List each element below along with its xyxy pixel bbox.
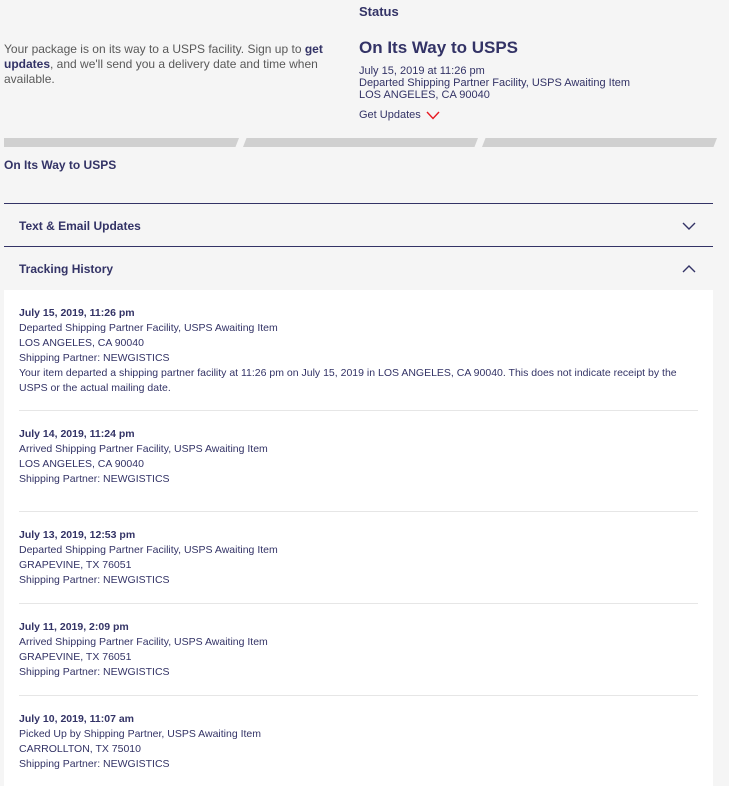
status-event: Departed Shipping Partner Facility, USPS… [359,77,631,89]
event-location: LOS ANGELES, CA 90040 [19,337,144,349]
status-panel: Status On Its Way to USPS July 15, 2019 … [359,4,719,121]
event-description: Arrived Shipping Partner Facility, USPS … [19,636,268,648]
text-email-updates-toggle[interactable]: Text & Email Updates [4,204,713,247]
event-partner: Shipping Partner: NEWGISTICS [19,758,170,770]
history-event: July 13, 2019, 12:53 pm Departed Shippin… [19,512,698,604]
progress-segment [243,138,478,147]
event-description: Departed Shipping Partner Facility, USPS… [19,544,278,556]
status-details: July 15, 2019 at 11:26 pm Departed Shipp… [359,65,719,101]
event-datetime: July 14, 2019, 11:24 pm [19,428,135,440]
intro-text-after: , and we'll send you a delivery date and… [4,57,318,86]
history-event: July 10, 2019, 11:07 am Picked Up by Shi… [19,696,698,786]
progress-label: On Its Way to USPS [4,158,117,172]
status-location: LOS ANGELES, CA 90040 [359,89,490,101]
progress-segment [4,138,239,147]
event-location: CARROLLTON, TX 75010 [19,743,141,755]
tracking-history-section: Tracking History [4,246,713,290]
get-updates-label: Get Updates [359,109,421,121]
event-partner: Shipping Partner: NEWGISTICS [19,473,170,485]
get-updates-button[interactable]: Get Updates [359,109,719,121]
status-label: Status [359,4,399,19]
event-description: Picked Up by Shipping Partner, USPS Awai… [19,728,262,740]
chevron-up-icon [682,264,696,272]
history-event: July 11, 2019, 2:09 pm Arrived Shipping … [19,604,698,696]
chevron-down-icon [682,222,696,230]
intro-text-before: Your package is on its way to a USPS fac… [4,42,305,56]
chevron-down-icon [426,111,440,120]
history-event: July 15, 2019, 11:26 pm Departed Shippin… [19,290,698,411]
event-location: LOS ANGELES, CA 90040 [19,458,144,470]
event-location: GRAPEVINE, TX 76051 [19,651,132,663]
tracking-history-list: July 15, 2019, 11:26 pm Departed Shippin… [4,290,713,786]
text-email-updates-section: Text & Email Updates [4,203,713,247]
event-description: Arrived Shipping Partner Facility, USPS … [19,443,268,455]
progress-segment [482,138,717,147]
status-datetime: July 15, 2019 at 11:26 pm [359,65,485,77]
history-event: July 14, 2019, 11:24 pm Arrived Shipping… [19,411,698,512]
event-note: Your item departed a shipping partner fa… [19,367,677,394]
event-datetime: July 13, 2019, 12:53 pm [19,529,136,541]
event-location: GRAPEVINE, TX 76051 [19,559,132,571]
progress-bar [4,138,717,147]
tracking-history-title: Tracking History [19,261,114,276]
intro-message: Your package is on its way to a USPS fac… [4,42,324,87]
event-partner: Shipping Partner: NEWGISTICS [19,666,170,678]
status-title: On Its Way to USPS [359,38,519,57]
tracking-history-toggle[interactable]: Tracking History [4,247,713,290]
event-datetime: July 11, 2019, 2:09 pm [19,621,129,633]
event-datetime: July 10, 2019, 11:07 am [19,713,135,725]
event-partner: Shipping Partner: NEWGISTICS [19,574,170,586]
event-partner: Shipping Partner: NEWGISTICS [19,352,170,364]
event-datetime: July 15, 2019, 11:26 pm [19,307,135,319]
text-email-updates-title: Text & Email Updates [19,218,141,233]
event-description: Departed Shipping Partner Facility, USPS… [19,322,278,334]
